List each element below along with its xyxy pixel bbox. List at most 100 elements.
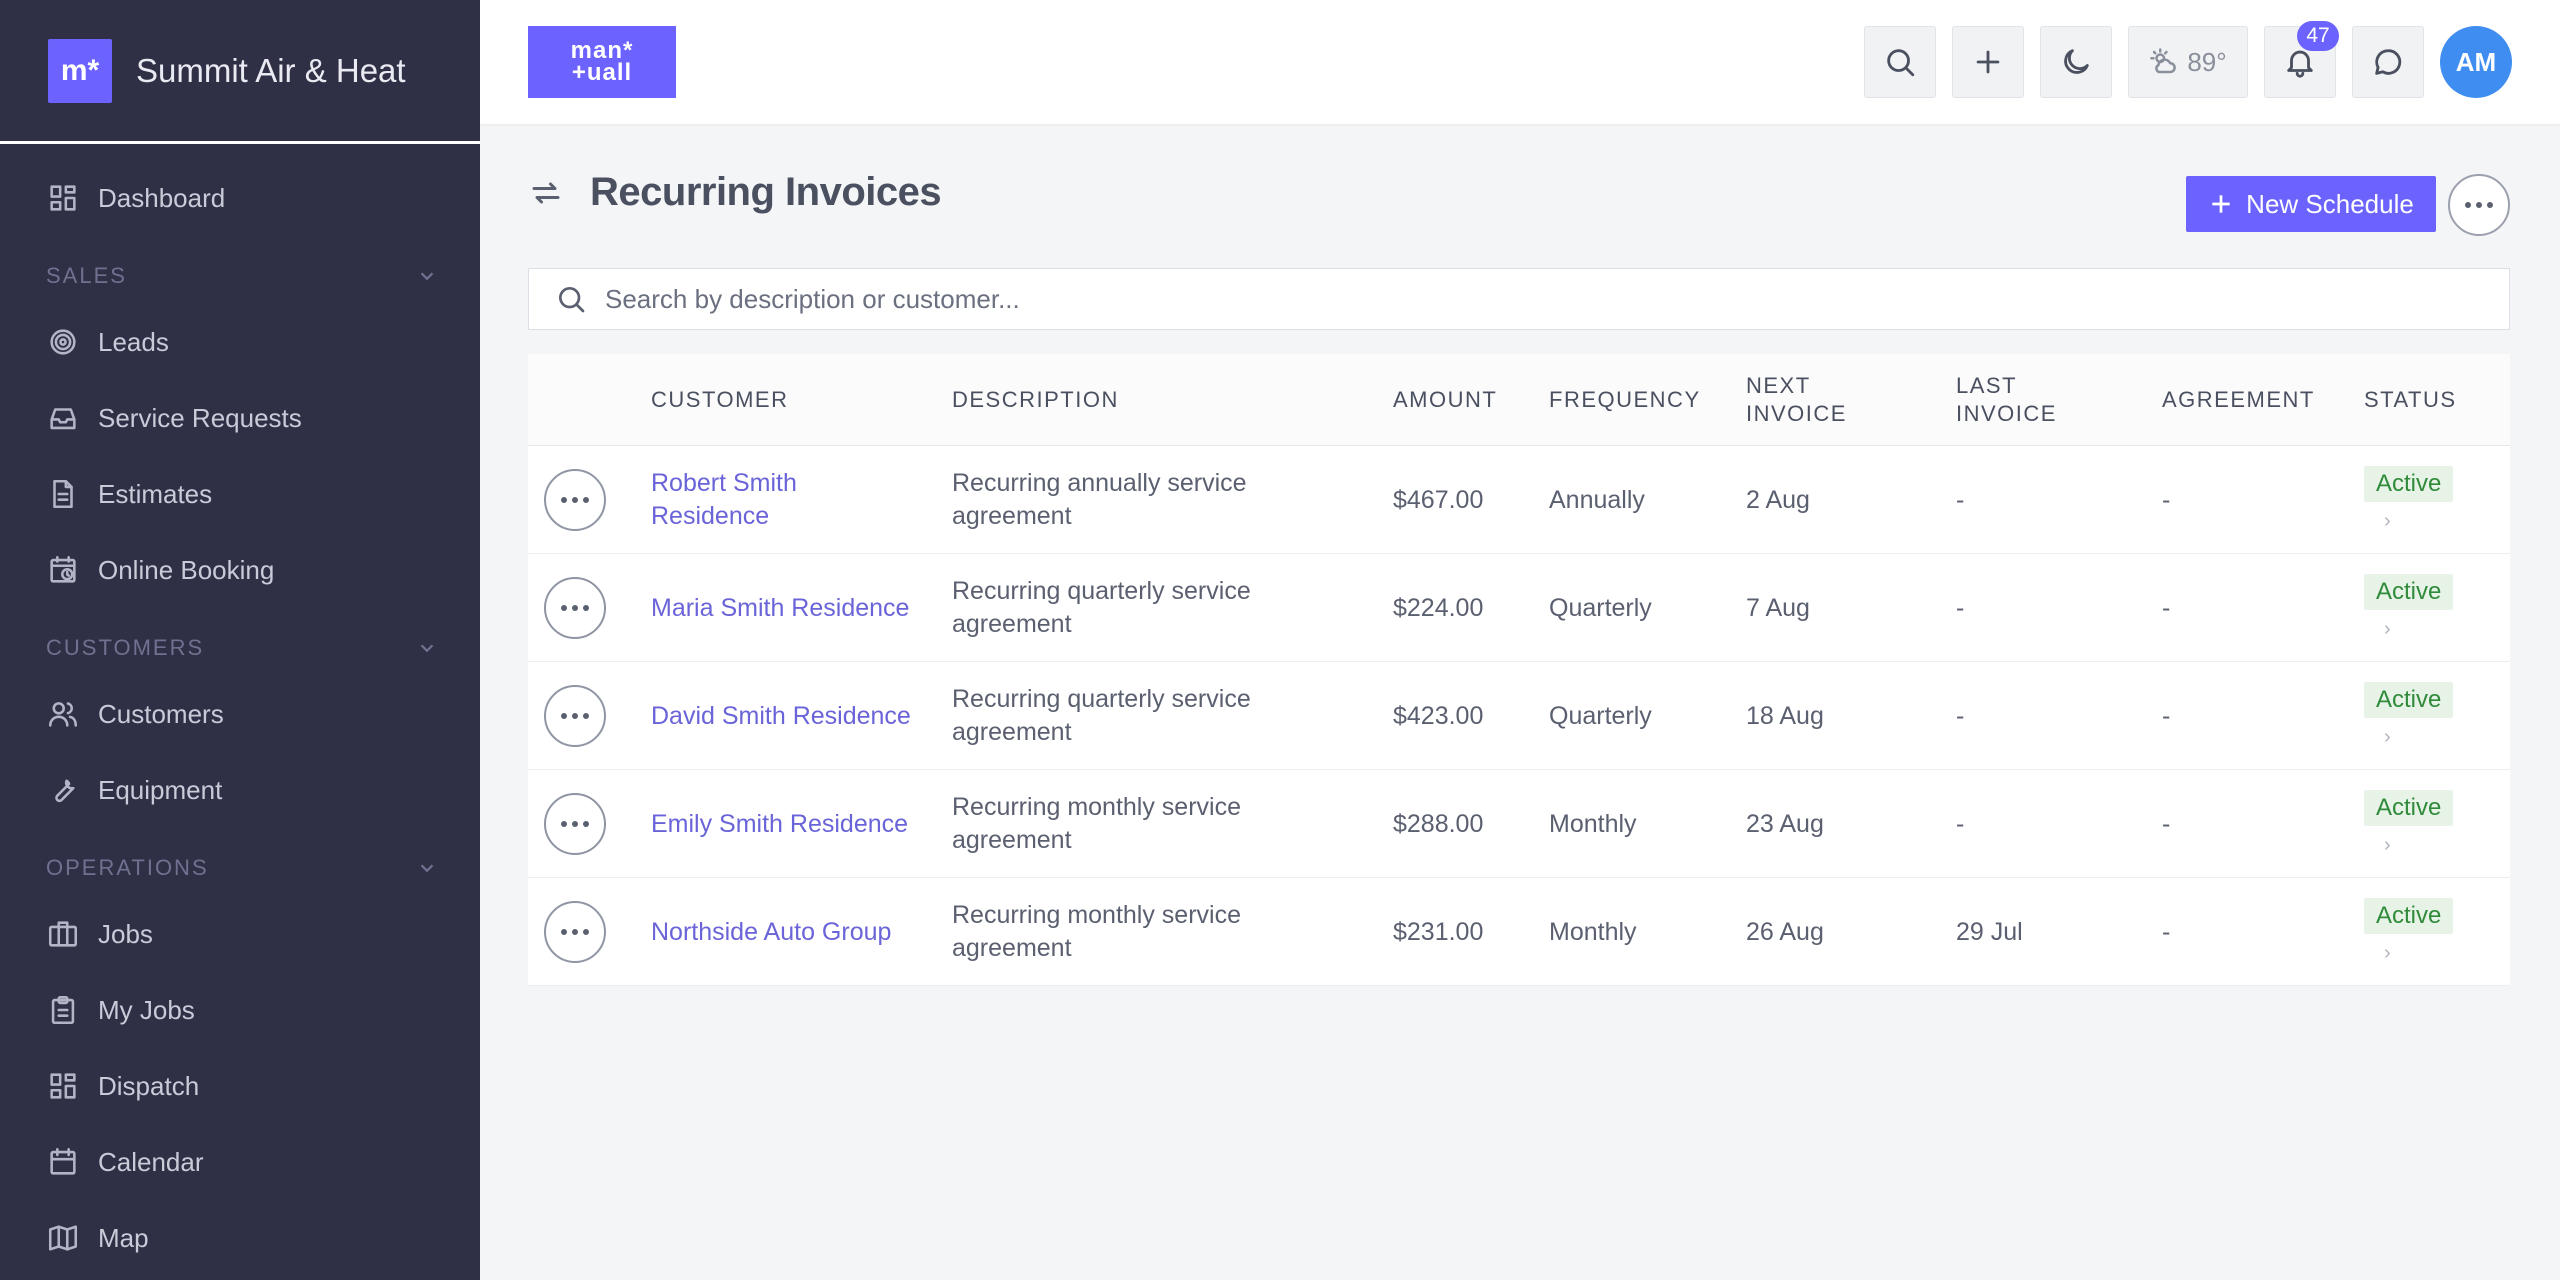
sidebar-section-operations[interactable]: OPERATIONS xyxy=(0,828,480,896)
calendar-icon xyxy=(50,1147,76,1175)
header-agreement[interactable]: AGREEMENT xyxy=(2162,354,2315,446)
chevron-right-icon[interactable]: › xyxy=(2384,834,2453,857)
more-dots-icon xyxy=(561,821,589,827)
dark-mode-button[interactable] xyxy=(2040,26,2112,98)
cell-last-invoice: - xyxy=(1956,701,1965,730)
row-actions-button[interactable] xyxy=(544,901,606,963)
customer-link[interactable]: Emily Smith Residence xyxy=(651,808,908,841)
sidebar-section-label: SALES xyxy=(46,263,127,288)
status-badge[interactable]: Active xyxy=(2364,466,2454,502)
row-actions-button[interactable] xyxy=(544,469,606,531)
notifications-badge: 47 xyxy=(2297,21,2339,51)
brand[interactable]: m* Summit Air & Heat xyxy=(0,0,480,144)
search-icon xyxy=(1887,49,1915,77)
chevron-down-icon xyxy=(420,272,434,281)
header-customer[interactable]: CUSTOMER xyxy=(651,354,921,446)
page-title: Recurring Invoices xyxy=(590,170,942,214)
sidebar-item-calendar[interactable]: Calendar xyxy=(0,1124,480,1200)
search-icon xyxy=(559,287,585,313)
header-frequency[interactable]: FREQUENCY xyxy=(1549,354,1701,446)
page-header: Recurring Invoices xyxy=(528,170,942,215)
chevron-right-icon[interactable]: › xyxy=(2384,618,2453,641)
chevron-right-icon[interactable]: › xyxy=(2384,726,2453,749)
cell-agreement: - xyxy=(2162,701,2171,730)
cell-status: Active › xyxy=(2364,466,2454,533)
chevron-right-icon[interactable]: › xyxy=(2384,510,2453,533)
status-badge[interactable]: Active xyxy=(2364,682,2454,718)
sidebar-item-label: Estimates xyxy=(98,478,213,509)
sidebar-item-leads[interactable]: Leads xyxy=(0,304,480,380)
cell-amount: $231.00 xyxy=(1393,917,1484,946)
grid-icon xyxy=(50,1073,76,1099)
sidebar-item-map[interactable]: Map xyxy=(0,1200,480,1276)
recurring-invoices-table: CUSTOMER DESCRIPTION AMOUNT FREQUENCY NE… xyxy=(528,354,2510,986)
page-more-button[interactable] xyxy=(2448,174,2510,236)
search-button[interactable] xyxy=(1864,26,1936,98)
sidebar-section-sales[interactable]: SALES xyxy=(0,236,480,304)
table-row[interactable]: Robert Smith Residence Recurring annually… xyxy=(528,446,2510,554)
chevron-down-icon xyxy=(420,864,434,873)
sidebar-item-dashboard[interactable]: Dashboard xyxy=(0,160,480,236)
customer-link[interactable]: Robert Smith Residence xyxy=(651,467,921,533)
cell-last-invoice: - xyxy=(1956,809,1965,838)
partly-cloudy-icon xyxy=(2150,48,2177,74)
cell-customer: Robert Smith Residence xyxy=(651,446,921,554)
cell-next-invoice: 2 Aug xyxy=(1746,485,1810,514)
sidebar-item-online-booking[interactable]: Online Booking xyxy=(0,532,480,608)
cell-status: Active › xyxy=(2364,898,2454,965)
user-avatar[interactable]: AM xyxy=(2440,26,2512,98)
chevron-down-icon xyxy=(420,644,434,653)
cell-customer: David Smith Residence xyxy=(651,662,921,770)
table-header: CUSTOMER DESCRIPTION AMOUNT FREQUENCY NE… xyxy=(528,354,2510,446)
search-bar xyxy=(528,268,2510,330)
table-row[interactable]: Northside Auto Group Recurring monthly se… xyxy=(528,878,2510,986)
status-badge[interactable]: Active xyxy=(2364,898,2454,934)
status-badge[interactable]: Active xyxy=(2364,790,2454,826)
sidebar-item-label: Calendar xyxy=(98,1146,204,1177)
table-row[interactable]: Maria Smith Residence Recurring quarterly… xyxy=(528,554,2510,662)
customer-link[interactable]: Maria Smith Residence xyxy=(651,592,909,625)
topbar: man* +uall 89° 47 AM xyxy=(480,0,2560,124)
sidebar-item-equipment[interactable]: Equipment xyxy=(0,752,480,828)
cell-frequency: Quarterly xyxy=(1549,701,1652,730)
cell-customer: Emily Smith Residence xyxy=(651,770,921,878)
sidebar-item-estimates[interactable]: Estimates xyxy=(0,456,480,532)
row-actions-button[interactable] xyxy=(544,577,606,639)
grid-icon xyxy=(50,185,76,211)
customer-link[interactable]: David Smith Residence xyxy=(651,700,911,733)
cell-status: Active › xyxy=(2364,574,2454,641)
header-amount[interactable]: AMOUNT xyxy=(1393,354,1497,446)
sidebar-item-my-jobs[interactable]: My Jobs xyxy=(0,972,480,1048)
sidebar: m* Summit Air & Heat Dashboard SALES Leads… xyxy=(0,0,480,1280)
row-actions-button[interactable] xyxy=(544,793,606,855)
search-input[interactable] xyxy=(605,283,2405,315)
cell-description: Recurring annually service agreement xyxy=(952,469,1247,530)
cell-status: Active › xyxy=(2364,790,2454,857)
sidebar-item-dispatch[interactable]: Dispatch xyxy=(0,1048,480,1124)
table-row[interactable]: Emily Smith Residence Recurring monthly s… xyxy=(528,770,2510,878)
app-logo[interactable]: man* +uall xyxy=(528,26,676,98)
sidebar-item-jobs[interactable]: Jobs xyxy=(0,896,480,972)
header-last-invoice[interactable]: LAST INVOICE xyxy=(1956,354,2106,446)
sidebar-item-label: Dashboard xyxy=(98,182,226,213)
header-description[interactable]: DESCRIPTION xyxy=(952,354,1332,446)
sidebar-item-label: Dispatch xyxy=(98,1070,200,1101)
header-status[interactable]: STATUS xyxy=(2364,354,2457,446)
new-schedule-button[interactable]: New Schedule xyxy=(2186,176,2436,232)
more-dots-icon xyxy=(561,929,589,935)
sidebar-item-customers[interactable]: Customers xyxy=(0,676,480,752)
status-badge[interactable]: Active xyxy=(2364,574,2454,610)
customer-link[interactable]: Northside Auto Group xyxy=(651,916,891,949)
sidebar-section-customers[interactable]: CUSTOMERS xyxy=(0,608,480,676)
header-next-invoice[interactable]: NEXT INVOICE xyxy=(1746,354,1896,446)
sidebar-item-service-requests[interactable]: Service Requests xyxy=(0,380,480,456)
table-row[interactable]: David Smith Residence Recurring quarterly… xyxy=(528,662,2510,770)
table-body: Robert Smith Residence Recurring annually… xyxy=(528,446,2510,986)
notifications-button[interactable]: 47 xyxy=(2264,21,2339,98)
chevron-right-icon[interactable]: › xyxy=(2384,942,2453,965)
moon-icon xyxy=(2064,49,2089,74)
add-button[interactable] xyxy=(1952,26,2024,98)
row-actions-button[interactable] xyxy=(544,685,606,747)
weather-widget[interactable]: 89° xyxy=(2128,26,2248,98)
messages-button[interactable] xyxy=(2352,26,2424,98)
